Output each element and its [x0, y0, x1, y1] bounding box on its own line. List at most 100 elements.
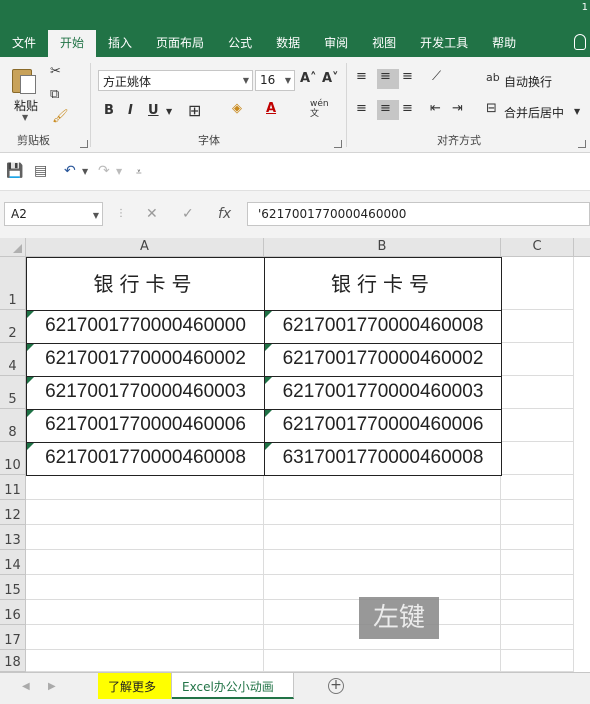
grid-cell[interactable] — [501, 650, 574, 672]
tab-file[interactable]: 文件 — [0, 30, 48, 57]
row-header[interactable]: 14 — [0, 550, 26, 575]
column-header-d[interactable] — [574, 238, 590, 257]
fill-color-icon[interactable]: ◈ — [232, 101, 242, 116]
paste-icon[interactable] — [12, 65, 38, 95]
row-header[interactable]: 2 — [0, 310, 26, 343]
column-header-b[interactable]: B — [264, 238, 501, 257]
merge-center-icon[interactable]: ⊟ — [486, 101, 497, 116]
grid-cell[interactable] — [26, 525, 264, 550]
grid-cell[interactable] — [26, 625, 264, 650]
select-all-button[interactable] — [0, 238, 26, 257]
font-color-icon[interactable]: A — [266, 101, 276, 116]
grid-cell[interactable] — [501, 442, 574, 475]
redo-icon[interactable]: ↷ — [98, 163, 110, 179]
font-launcher-icon[interactable] — [334, 140, 342, 148]
grid-cell[interactable] — [501, 310, 574, 343]
table-cell[interactable]: 6217001770000460000 — [26, 310, 265, 344]
format-painter-icon[interactable]: 🖌 — [52, 109, 69, 124]
cut-icon[interactable]: ✂ — [50, 64, 61, 79]
lightbulb-icon[interactable] — [574, 34, 586, 50]
row-header[interactable]: 10 — [0, 442, 26, 475]
tab-developer[interactable]: 开发工具 — [408, 30, 480, 57]
tab-review[interactable]: 审阅 — [312, 30, 360, 57]
font-shrink-icon[interactable]: A˅ — [322, 71, 339, 86]
chevron-down-icon[interactable]: ▼ — [22, 113, 28, 122]
row-header[interactable]: 5 — [0, 376, 26, 409]
align-center-icon[interactable]: ≡ — [380, 101, 391, 116]
grid-cell[interactable] — [501, 525, 574, 550]
chevron-down-icon[interactable]: ▼ — [574, 107, 580, 116]
table-cell[interactable]: 6217001770000460002 — [26, 343, 265, 377]
table-cell[interactable]: 6217001770000460002 — [264, 343, 502, 377]
row-header[interactable]: 18 — [0, 650, 26, 672]
phonetic-icon[interactable]: wén 文 — [310, 99, 329, 119]
chevron-down-icon[interactable]: ▼ — [166, 107, 172, 116]
grid-cell[interactable] — [26, 550, 264, 575]
grid-cell[interactable] — [501, 600, 574, 625]
grid-cell[interactable] — [501, 409, 574, 442]
row-header[interactable]: 16 — [0, 600, 26, 625]
grid-cell[interactable] — [501, 625, 574, 650]
borders-icon[interactable]: ⊞ — [188, 101, 201, 120]
copy-icon[interactable]: ⧉ — [50, 87, 59, 102]
table-cell[interactable]: 6217001770000460003 — [264, 376, 502, 410]
table-cell[interactable]: 6217001770000460003 — [26, 376, 265, 410]
grid-cell[interactable] — [501, 343, 574, 376]
font-grow-icon[interactable]: A˄ — [300, 71, 317, 86]
save-icon[interactable]: 💾 — [6, 163, 23, 179]
increase-indent-icon[interactable]: ⇥ — [452, 101, 463, 116]
grid-cell[interactable] — [501, 257, 574, 310]
align-middle-icon[interactable]: ≡ — [380, 69, 391, 84]
table-header-cell[interactable]: 银行卡号 — [264, 257, 502, 311]
table-cell[interactable]: 6317001770000460008 — [264, 442, 502, 476]
row-header[interactable]: 17 — [0, 625, 26, 650]
grid-cell[interactable] — [26, 600, 264, 625]
add-sheet-icon[interactable]: + — [328, 678, 344, 694]
row-header[interactable]: 8 — [0, 409, 26, 442]
sheet-prev-icon[interactable]: ◀ — [22, 681, 30, 692]
tab-page-layout[interactable]: 页面布局 — [144, 30, 216, 57]
grid-cell[interactable] — [264, 475, 501, 500]
bold-button[interactable]: B — [104, 103, 114, 118]
tab-data[interactable]: 数据 — [264, 30, 312, 57]
italic-button[interactable]: I — [128, 103, 133, 118]
tab-home[interactable]: 开始 — [48, 30, 97, 57]
undo-icon[interactable]: ↶ — [64, 163, 76, 179]
grid-cell[interactable] — [264, 500, 501, 525]
row-header[interactable]: 13 — [0, 525, 26, 550]
grid-cell[interactable] — [501, 575, 574, 600]
table-header-cell[interactable]: 银行卡号 — [26, 257, 265, 311]
tab-insert[interactable]: 插入 — [96, 30, 144, 57]
tab-help[interactable]: 帮助 — [480, 30, 528, 57]
grid-cell[interactable] — [264, 525, 501, 550]
clipboard-launcher-icon[interactable] — [80, 140, 88, 148]
row-header[interactable]: 1 — [0, 257, 26, 310]
form-icon[interactable]: ▤ — [34, 163, 47, 179]
table-cell[interactable]: 6217001770000460008 — [26, 442, 265, 476]
align-left-icon[interactable]: ≡ — [356, 101, 367, 116]
table-cell[interactable]: 6217001770000460006 — [26, 409, 265, 443]
row-header[interactable]: 4 — [0, 343, 26, 376]
alignment-launcher-icon[interactable] — [578, 140, 586, 148]
grid-cell[interactable] — [26, 500, 264, 525]
formula-input[interactable]: '6217001770000460000 — [247, 202, 590, 226]
underline-button[interactable]: U — [148, 103, 159, 118]
grid-cell[interactable] — [26, 575, 264, 600]
decrease-indent-icon[interactable]: ⇤ — [430, 101, 441, 116]
wrap-text-icon[interactable]: ab — [486, 71, 500, 84]
row-header[interactable]: 12 — [0, 500, 26, 525]
enter-icon[interactable]: ✓ — [182, 206, 194, 222]
align-right-icon[interactable]: ≡ — [402, 101, 413, 116]
insert-function-icon[interactable]: fx — [218, 206, 231, 222]
name-box[interactable]: A2 ▼ — [4, 202, 103, 226]
tab-view[interactable]: 视图 — [360, 30, 408, 57]
chevron-down-icon[interactable]: ▼ — [82, 167, 88, 176]
sheet-tab-active[interactable]: Excel办公小动画 — [172, 673, 294, 699]
tab-formulas[interactable]: 公式 — [216, 30, 264, 57]
table-cell[interactable]: 6217001770000460008 — [264, 310, 502, 344]
grid-cell[interactable] — [26, 475, 264, 500]
customize-qat-icon[interactable]: ⩡ — [136, 167, 142, 178]
wrap-text-button[interactable]: 自动换行 — [504, 73, 552, 90]
table-cell[interactable]: 6217001770000460006 — [264, 409, 502, 443]
row-header[interactable]: 11 — [0, 475, 26, 500]
